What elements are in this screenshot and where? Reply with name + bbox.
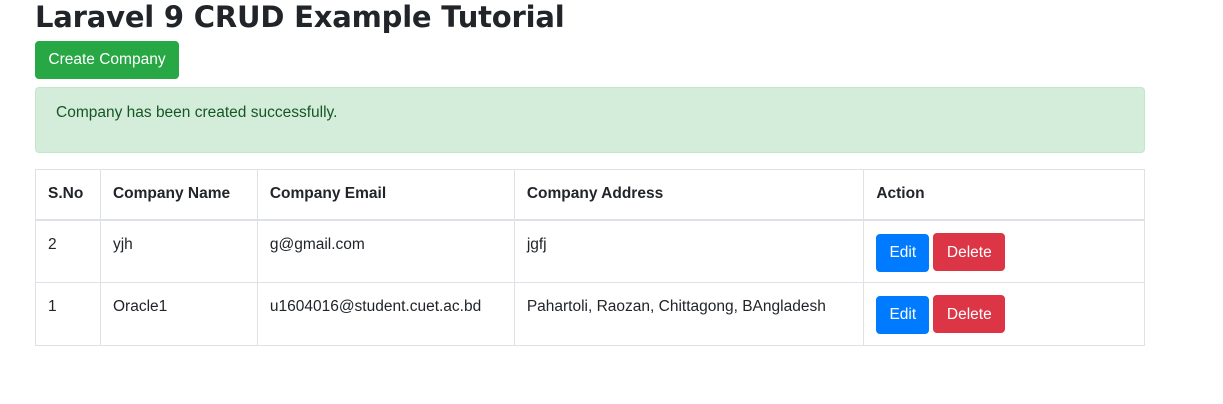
column-header-company-address: Company Address — [513, 169, 865, 221]
alert-message: Company has been created successfully. — [56, 104, 338, 121]
edit-button[interactable]: Edit — [876, 233, 930, 272]
main-container: Laravel 9 CRUD Example Tutorial Create C… — [35, 0, 1145, 346]
column-header-sno: S.No — [35, 169, 101, 221]
cell-company-address: jgfj — [513, 219, 865, 283]
column-header-action: Action — [863, 169, 1145, 221]
table-row: 2 yjh g@gmail.com jgfj Edit Delete — [35, 219, 1145, 283]
cell-company-address: Pahartoli, Raozan, Chittagong, BAnglades… — [513, 282, 865, 346]
page-title: Laravel 9 CRUD Example Tutorial — [35, 0, 565, 34]
cell-company-email: g@gmail.com — [256, 219, 515, 283]
cell-actions: Edit Delete — [863, 282, 1145, 346]
delete-button[interactable]: Delete — [933, 232, 1006, 271]
success-alert: Company has been created successfully. — [35, 87, 1145, 153]
cell-company-email: u1604016@student.cuet.ac.bd — [256, 282, 515, 346]
cell-sno: 1 — [35, 282, 101, 346]
cell-company-name: Oracle1 — [99, 282, 258, 346]
delete-button[interactable]: Delete — [933, 295, 1006, 333]
cell-company-name: yjh — [99, 219, 258, 283]
edit-button[interactable]: Edit — [876, 296, 930, 334]
column-header-company-email: Company Email — [256, 169, 515, 221]
cell-sno: 2 — [35, 219, 101, 283]
cell-actions: Edit Delete — [863, 219, 1145, 283]
create-company-button[interactable]: Create Company — [35, 41, 179, 79]
table-header-row: S.No Company Name Company Email Company … — [35, 169, 1145, 221]
column-header-company-name: Company Name — [99, 169, 258, 221]
companies-table: S.No Company Name Company Email Company … — [35, 169, 1145, 346]
table-row: 1 Oracle1 u1604016@student.cuet.ac.bd Pa… — [35, 282, 1145, 346]
